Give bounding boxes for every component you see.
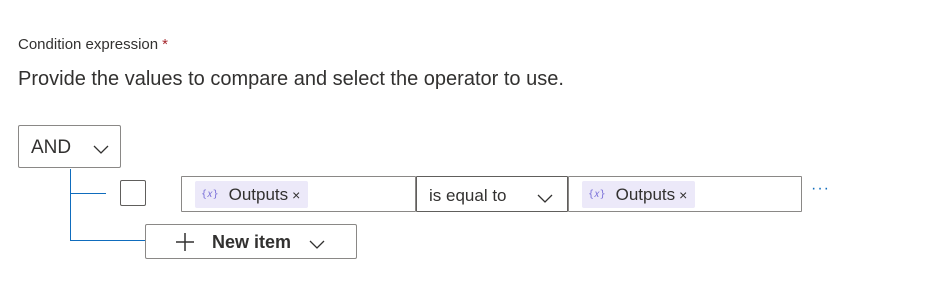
new-item-label: New item	[212, 232, 292, 252]
chevron-down-icon	[537, 191, 553, 209]
group-operator-value: AND	[31, 137, 72, 158]
tree-connector-row	[70, 193, 106, 194]
right-operand-field[interactable]: {𝑥} Outputs ×	[568, 176, 802, 212]
required-marker: *	[162, 36, 168, 53]
remove-token-icon[interactable]: ×	[679, 187, 687, 203]
right-token-label: Outputs	[615, 184, 676, 204]
left-operand-token[interactable]: {𝑥} Outputs ×	[195, 181, 309, 208]
new-item-button[interactable]: New item	[145, 224, 357, 259]
condition-label-text: Condition expression	[18, 36, 159, 53]
comparison-operator-value: is equal to	[429, 186, 507, 205]
left-token-label: Outputs	[228, 184, 289, 204]
fx-expression-icon: {𝑥}	[201, 189, 219, 200]
condition-expression-label: Condition expression *	[18, 36, 168, 53]
left-operand-field[interactable]: {𝑥} Outputs ×	[181, 176, 416, 212]
row-select-checkbox[interactable]	[120, 180, 146, 206]
condition-description: Provide the values to compare and select…	[18, 68, 564, 90]
comparison-operator-dropdown[interactable]: is equal to	[416, 176, 568, 212]
fx-expression-icon: {𝑥}	[588, 189, 606, 200]
chevron-down-icon	[309, 237, 325, 255]
more-options-icon[interactable]: ···	[811, 181, 830, 197]
group-operator-dropdown[interactable]: AND	[18, 125, 121, 168]
plus-icon	[175, 232, 195, 257]
right-operand-token[interactable]: {𝑥} Outputs ×	[582, 181, 696, 208]
chevron-down-icon	[93, 142, 109, 160]
tree-connector-new-item	[70, 240, 146, 241]
tree-connector-vertical	[70, 169, 71, 241]
remove-token-icon[interactable]: ×	[292, 187, 300, 203]
